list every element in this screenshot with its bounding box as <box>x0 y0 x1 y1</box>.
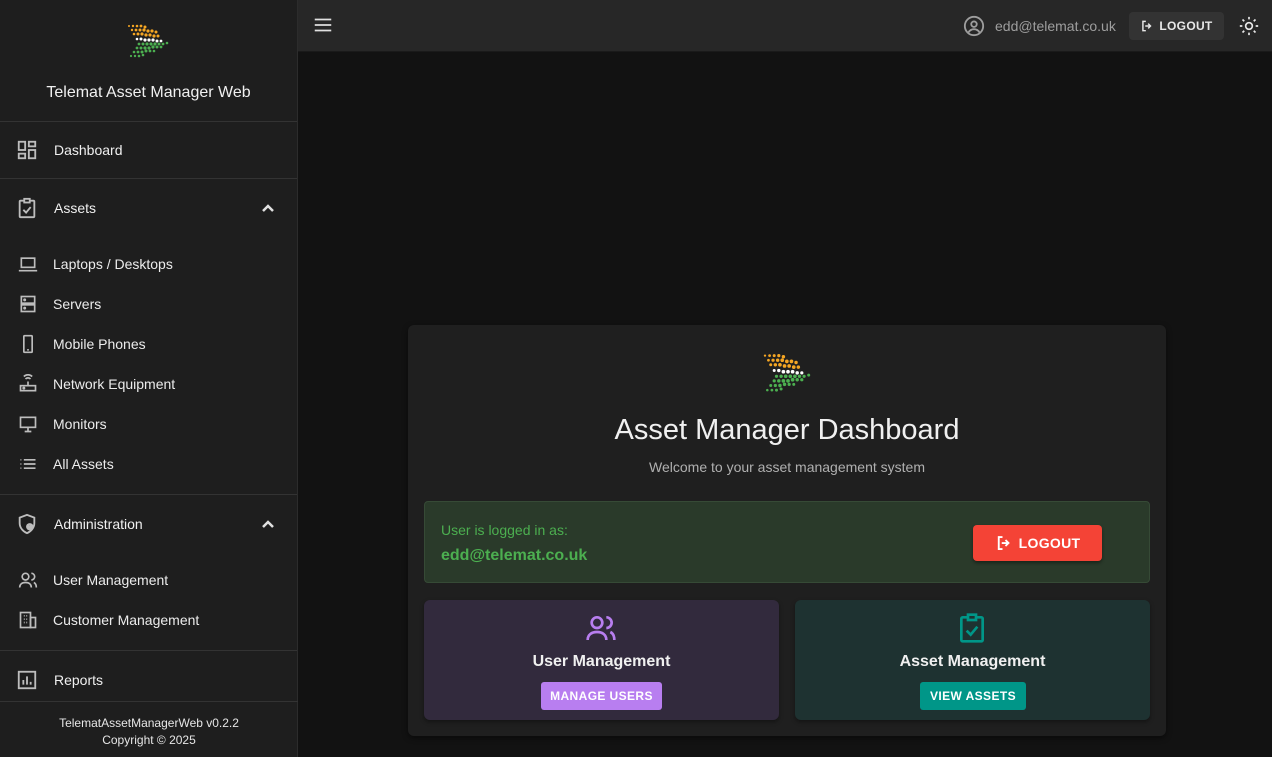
sidebar-item-monitors[interactable]: Monitors <box>0 404 297 444</box>
logout-label: LOGOUT <box>1018 535 1081 551</box>
sidebar-item-label: Reports <box>54 671 104 688</box>
sidebar-item-label: Servers <box>53 296 102 312</box>
phone-icon <box>18 334 38 354</box>
logout-label: LOGOUT <box>1159 19 1213 33</box>
tile-title: Asset Management <box>899 653 1046 670</box>
laptop-icon <box>18 254 38 274</box>
page-subtitle: Welcome to your asset management system <box>649 459 925 475</box>
administration-submenu: User Management Customer Management <box>0 552 297 651</box>
copyright-text: Copyright © 2025 <box>102 733 196 747</box>
sidebar-item-label: User Management <box>53 572 169 588</box>
bar-chart-icon <box>16 669 38 691</box>
users-icon <box>18 570 38 590</box>
dashboard-card: Asset Manager Dashboard Welcome to your … <box>408 325 1166 736</box>
server-icon <box>18 294 38 314</box>
sidebar-group-assets[interactable]: Assets <box>0 179 297 236</box>
version-text: TelematAssetManagerWeb v0.2.2 <box>59 716 239 730</box>
telemat-logo-icon <box>127 24 168 58</box>
page-title: Asset Manager Dashboard <box>614 414 960 446</box>
view-assets-button[interactable]: VIEW ASSETS <box>920 682 1026 710</box>
sidebar-item-label: All Assets <box>53 456 114 472</box>
sidebar-item-label: Dashboard <box>54 142 123 158</box>
user-email: edd@telemat.co.uk <box>995 18 1116 34</box>
monitor-icon <box>18 414 38 434</box>
logout-icon <box>997 536 1010 550</box>
assets-submenu: Laptops / Desktops Servers Mobile Phones… <box>0 236 297 495</box>
sidebar-item-laptops[interactable]: Laptops / Desktops <box>0 244 297 284</box>
sidebar-item-dashboard[interactable]: Dashboard <box>0 122 297 179</box>
sidebar-item-servers[interactable]: Servers <box>0 284 297 324</box>
sidebar-group-administration[interactable]: Administration <box>0 495 297 552</box>
sidebar-item-user-management[interactable]: User Management <box>0 560 297 600</box>
login-status-alert: User is logged in as: edd@telemat.co.uk … <box>424 501 1150 583</box>
chevron-up-icon[interactable] <box>261 517 275 531</box>
sidebar-item-label: Mobile Phones <box>53 336 146 352</box>
account-circle-icon <box>963 15 985 37</box>
sidebar-item-mobile-phones[interactable]: Mobile Phones <box>0 324 297 364</box>
logout-icon <box>1142 20 1152 32</box>
list-icon <box>18 454 38 474</box>
shield-user-icon <box>16 513 38 535</box>
sidebar-item-label: Customer Management <box>53 612 200 628</box>
router-icon <box>18 374 38 394</box>
sidebar-group-label: Assets <box>54 199 97 216</box>
users-icon <box>586 616 616 641</box>
theme-toggle-sun-icon[interactable] <box>1239 16 1259 36</box>
login-status-label: User is logged in as: <box>441 522 568 538</box>
asset-management-tile: Asset Management VIEW ASSETS <box>795 600 1150 720</box>
sidebar-group-label: Administration <box>54 515 143 532</box>
sidebar-item-network-equipment[interactable]: Network Equipment <box>0 364 297 404</box>
clipboard-check-icon <box>16 197 38 219</box>
footer-divider <box>0 701 298 702</box>
sidebar-item-reports[interactable]: Reports <box>0 651 297 708</box>
sidebar-item-customer-management[interactable]: Customer Management <box>0 600 297 640</box>
sidebar-item-all-assets[interactable]: All Assets <box>0 444 297 484</box>
dashboard-icon <box>16 139 38 161</box>
telemat-logo-icon <box>763 353 811 392</box>
sidebar-item-label: Laptops / Desktops <box>53 256 173 272</box>
logout-button[interactable]: LOGOUT <box>1129 12 1224 40</box>
sidebar-item-label: Monitors <box>53 416 107 432</box>
sidebar-brand: Telemat Asset Manager Web <box>0 0 297 122</box>
building-icon <box>18 610 38 630</box>
menu-icon[interactable] <box>312 14 334 36</box>
app-title: Telemat Asset Manager Web <box>46 84 251 101</box>
sidebar: Telemat Asset Manager Web Dashboard Asse… <box>0 0 298 757</box>
tile-title: User Management <box>532 653 671 670</box>
clipboard-check-icon <box>960 613 984 643</box>
top-app-bar: edd@telemat.co.uk LOGOUT <box>298 0 1272 52</box>
logged-in-user: edd@telemat.co.uk <box>441 547 588 564</box>
logout-main-button[interactable]: LOGOUT <box>973 525 1102 561</box>
sidebar-footer: TelematAssetManagerWeb v0.2.2 Copyright … <box>0 715 298 749</box>
user-management-tile: User Management MANAGE USERS <box>424 600 779 720</box>
manage-users-button[interactable]: MANAGE USERS <box>541 682 662 710</box>
sidebar-item-label: Network Equipment <box>53 376 176 392</box>
chevron-up-icon[interactable] <box>261 201 275 215</box>
